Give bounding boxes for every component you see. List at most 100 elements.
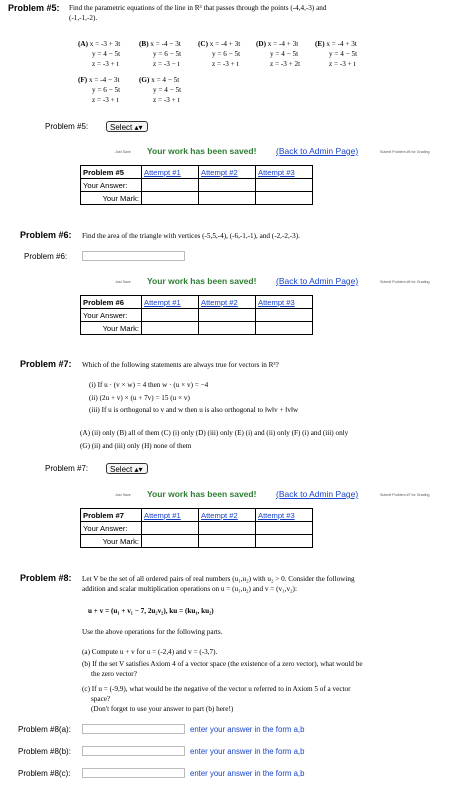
mark-cell [198,321,256,335]
attempt-2-link[interactable]: Attempt #2 [198,508,256,522]
option-line: x = -4 + 3t [326,40,357,48]
table-header: Problem #5 [80,165,142,179]
mark-cell [255,321,313,335]
chevron-updown-icon: ▴▾ [134,465,143,474]
problem-6-just-save-button[interactable]: Just Save [115,280,131,284]
answer-cell [141,308,199,322]
your-mark-label: Your Mark: [80,191,142,205]
attempt-3-link[interactable]: Attempt #3 [255,165,313,179]
attempt-1-link[interactable]: Attempt #1 [141,508,199,522]
option-line: y = 4 − 5t [270,50,299,58]
problem-8b-answer-input[interactable] [82,746,185,756]
problem-6-back-link[interactable]: (Back to Admin Page) [276,276,358,286]
answer-cell [255,308,313,322]
option-line: z = -3 + t [329,60,356,68]
problem-5-text-line2: (-1,-1,-2). [69,14,98,22]
part-c-line1: (c) If u = (-9,9), what would be the neg… [82,685,351,693]
problem-6-answer-input[interactable] [82,251,185,261]
answer-cell [141,521,199,535]
option-line: x = 4 − 5t [151,76,180,84]
option-label: (F) [78,76,88,84]
attempt-1-link[interactable]: Attempt #1 [141,165,199,179]
answer-cell [198,178,256,192]
problem-5-option-a: (A) x = -3 + 3t y = 4 − 5t z = -3 + t [78,39,120,69]
problem-6-text: Find the area of the triangle with verti… [82,232,300,240]
part-c-line3: (Don't forget to use your answer to part… [91,705,234,713]
problem-7-submit-button[interactable]: Submit Problem #7 for Grading [380,493,430,497]
mark-cell [141,321,199,335]
problem-8-text-line1: Let V be the set of all ordered pairs of… [82,575,355,583]
problem-5-just-save-button[interactable]: Just Save [115,150,131,154]
part-b-line1: (b) If the set V satisfies Axiom 4 of a … [82,660,363,668]
option-line: z = -3 + t [153,96,180,104]
problem-8c-label: Problem #8(c): [18,769,71,778]
problem-7-answer-select[interactable]: Select ▴▾ [106,463,148,474]
attempt-2-link[interactable]: Attempt #2 [198,165,256,179]
attempt-3-link[interactable]: Attempt #3 [255,508,313,522]
problem-8-formula: u + v = (u₁ + v₁ − 7, 2u₂v₂), ku = (ku₁,… [88,607,214,615]
problem-6-submit-button[interactable]: Submit Problem #6 for Grading [380,280,430,284]
problem-7-saved-message: Your work has been saved! [147,489,257,499]
problem-6-attempts-table: Problem #6 Attempt #1 Attempt #2 Attempt… [80,295,313,335]
problem-5-option-c: (C) x = -4 + 3t y = 6 − 5t z = -3 + t [198,39,240,69]
table-header: Problem #7 [80,508,142,522]
option-line: y = 4 − 5t [92,50,121,58]
problem-7-statement-3: (iii) If u is orthogonal to v and w then… [89,406,299,414]
problem-7-just-save-button[interactable]: Just Save [115,493,131,497]
mark-cell [198,191,256,205]
problem-7-back-link[interactable]: (Back to Admin Page) [276,489,358,499]
problem-8a-answer-input[interactable] [82,724,185,734]
problem-7-select-label: Problem #7: [45,464,89,473]
part-c-line2: space? [91,695,111,703]
mark-cell [141,191,199,205]
problem-8c-answer-input[interactable] [82,768,185,778]
problem-5-option-b: (B) x = -4 − 3t y = 6 − 5t z = -3 − t [139,39,181,69]
mark-cell [198,534,256,548]
problem-5-option-g: (G) x = 4 − 5t y = 4 − 5t z = -3 + t [139,75,181,105]
problem-6-title: Problem #6: [20,230,72,240]
problem-8-use-text: Use the above operations for the followi… [82,628,223,636]
your-answer-label: Your Answer: [80,178,142,192]
mark-cell [141,534,199,548]
attempt-1-link[interactable]: Attempt #1 [141,295,199,309]
attempt-2-link[interactable]: Attempt #2 [198,295,256,309]
problem-5-submit-button[interactable]: Submit Problem #5 for Grading [380,150,430,154]
option-line: y = 6 − 5t [92,86,121,94]
problem-7-attempts-table: Problem #7 Attempt #1 Attempt #2 Attempt… [80,508,313,548]
option-line: x = -3 + 3t [89,40,121,48]
answer-cell [198,521,256,535]
problem-8b-label: Problem #8(b): [18,747,71,756]
problem-8-part-a: (a) Compute u + v for u = (-2,4) and v =… [82,648,218,656]
select-value: Select [110,465,133,474]
problem-5-text: Find the parametric equations of the lin… [69,3,469,23]
problem-7-text: Which of the following statements are al… [82,361,279,369]
problem-8-part-b: (b) If the set V satisfies Axiom 4 of a … [82,659,472,679]
problem-7-choices-line2: (G) (ii) and (iii) only (H) none of them [80,442,192,450]
option-line: x = -4 − 3t [88,76,120,84]
option-label: (B) [139,40,149,48]
problem-5-title: Problem #5: [8,3,60,13]
problem-6-saved-message: Your work has been saved! [147,276,257,286]
problem-5-answer-select[interactable]: Select ▴▾ [106,121,148,132]
problem-5-option-f: (F) x = -4 − 3t y = 6 − 5t z = -3 + t [78,75,120,105]
option-line: z = -3 + t [212,60,239,68]
your-answer-label: Your Answer: [80,521,142,535]
option-line: y = 6 − 5t [212,50,241,58]
option-line: y = 4 − 5t [153,86,182,94]
problem-6-input-label: Problem #6: [24,252,68,261]
option-line: z = -3 − t [153,60,180,68]
mark-cell [255,191,313,205]
option-line: z = -3 + t [92,96,119,104]
option-line: z = -3 + t [92,60,119,68]
problem-8-part-c: (c) If u = (-9,9), what would be the neg… [82,684,472,714]
chevron-updown-icon: ▴▾ [134,123,143,132]
problem-5-attempts-table: Problem #5 Attempt #1 Attempt #2 Attempt… [80,165,313,205]
problem-8-text: Let V be the set of all ordered pairs of… [82,574,472,594]
problem-5-saved-message: Your work has been saved! [147,146,257,156]
option-line: x = -4 + 3t [209,40,241,48]
problem-5-text-line1: Find the parametric equations of the lin… [69,4,327,12]
answer-cell [255,178,313,192]
option-label: (D) [256,40,266,48]
problem-5-back-link[interactable]: (Back to Admin Page) [276,146,358,156]
attempt-3-link[interactable]: Attempt #3 [255,295,313,309]
